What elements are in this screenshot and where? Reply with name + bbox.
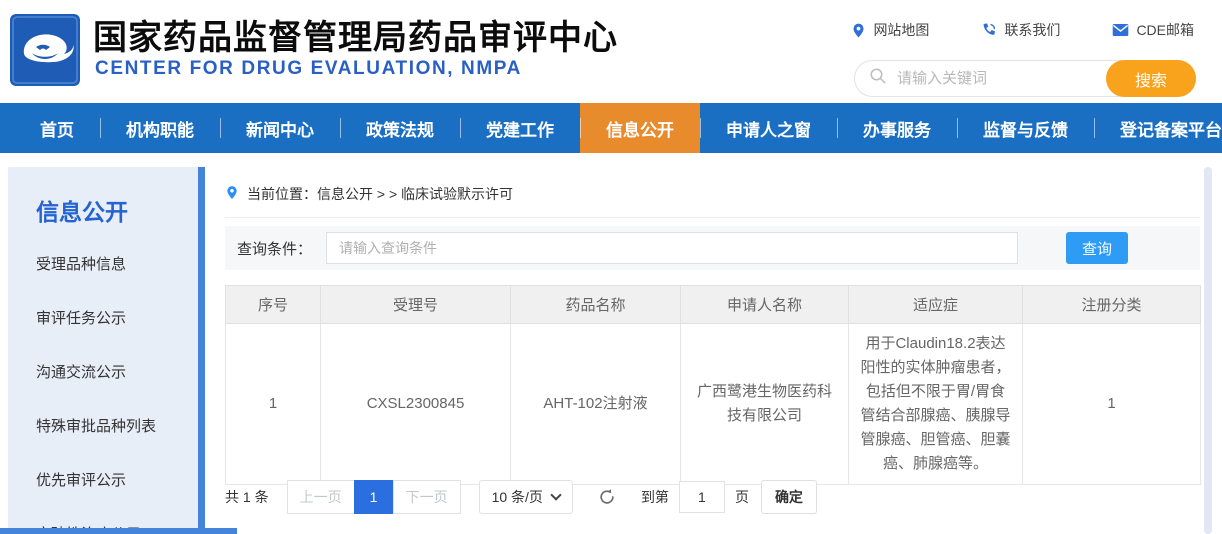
sidebar-divider [198,167,205,534]
cell-indication: 用于Claudin18.2表达阳性的实体肿瘤患者，包括但不限于胃/胃食管结合部腺… [849,324,1023,485]
nav-item-registration-platform[interactable]: 登记备案平台 [1094,103,1222,153]
nav-item-party[interactable]: 党建工作 [460,103,580,153]
query-input[interactable] [326,232,1018,264]
sidebar-item-special-approval[interactable]: 特殊审批品种列表 [36,415,198,436]
goto-page-input[interactable] [679,481,725,513]
confirm-button[interactable]: 确定 [761,480,817,514]
pagination: 共 1 条 上一页 1 下一页 10 条/页 到第 页 确定 [225,480,1200,514]
mailbox-label: CDE邮箱 [1136,20,1194,40]
col-header-drug-name: 药品名称 [511,286,681,324]
footer-strip [0,528,237,534]
nav-item-functions[interactable]: 机构职能 [100,103,220,153]
site-search: 搜索 [854,60,1196,97]
search-icon [869,67,887,90]
query-label: 查询条件： [237,238,312,259]
breadcrumb-text: 当前位置：信息公开 > > 临床试验默示许可 [247,184,513,204]
col-header-acceptance-no: 受理号 [321,286,511,324]
location-pin-icon [851,22,866,39]
page-size-select[interactable]: 10 条/页 [479,480,573,514]
nav-item-policy[interactable]: 政策法规 [340,103,460,153]
header: 国家药品监督管理局药品审评中心 CENTER FOR DRUG EVALUATI… [0,0,1222,103]
nav-item-supervision[interactable]: 监督与反馈 [957,103,1094,153]
contact-label: 联系我们 [1004,20,1060,40]
contact-link[interactable]: 联系我们 [981,20,1060,40]
quick-links: 网站地图 联系我们 CDE邮箱 [851,20,1194,40]
site-subtitle: CENTER FOR DRUG EVALUATION, NMPA [95,58,522,80]
col-header-applicant: 申请人名称 [681,286,849,324]
mailbox-link[interactable]: CDE邮箱 [1112,20,1194,40]
prev-page-button[interactable]: 上一页 [287,480,355,514]
mail-icon [1112,23,1129,37]
search-button[interactable]: 搜索 [1106,60,1196,97]
query-button[interactable]: 查询 [1066,232,1128,264]
chevron-down-icon [550,489,561,500]
page-number-button[interactable]: 1 [354,480,394,514]
cell-serial: 1 [226,324,321,485]
site-title: 国家药品监督管理局药品审评中心 [93,10,618,59]
sidebar-title: 信息公开 [36,193,198,227]
result-table: 序号 受理号 药品名称 申请人名称 适应症 注册分类 1 CXSL2300845… [225,285,1201,485]
sitemap-label: 网站地图 [873,20,929,40]
breadcrumb-pin-icon [225,184,239,204]
cell-registration-class: 1 [1023,324,1201,485]
nav-item-services[interactable]: 办事服务 [837,103,957,153]
phone-icon [981,22,997,38]
main-nav: 首页 机构职能 新闻中心 政策法规 党建工作 信息公开 申请人之窗 办事服务 监… [0,103,1222,153]
sidebar: 信息公开 受理品种信息 审评任务公示 沟通交流公示 特殊审批品种列表 优先审评公… [8,167,198,534]
goto-suffix-label: 页 [735,487,749,507]
nav-item-news[interactable]: 新闻中心 [220,103,340,153]
nav-item-applicant[interactable]: 申请人之窗 [700,103,837,153]
goto-prefix-label: 到第 [641,487,669,507]
cell-applicant: 广西鹭港生物医药科技有限公司 [681,324,849,485]
nav-item-info-disclosure[interactable]: 信息公开 [580,103,700,153]
sidebar-item-accepted-varieties[interactable]: 受理品种信息 [36,253,198,274]
sidebar-item-review-tasks[interactable]: 审评任务公示 [36,307,198,328]
refresh-icon[interactable] [597,487,617,507]
col-header-indication: 适应症 [849,286,1023,324]
sitemap-link[interactable]: 网站地图 [851,20,929,40]
query-bar: 查询条件： 查询 [225,226,1200,270]
cde-logo [10,14,80,86]
scrollbar[interactable] [1204,167,1212,534]
nav-item-home[interactable]: 首页 [14,103,100,153]
sidebar-item-communication[interactable]: 沟通交流公示 [36,361,198,382]
cell-drug-name: AHT-102注射液 [511,324,681,485]
col-header-registration-class: 注册分类 [1023,286,1201,324]
table-header-row: 序号 受理号 药品名称 申请人名称 适应症 注册分类 [226,286,1201,324]
cell-acceptance-no: CXSL2300845 [321,324,511,485]
page: 国家药品监督管理局药品审评中心 CENTER FOR DRUG EVALUATI… [0,0,1222,534]
next-page-button[interactable]: 下一页 [393,480,461,514]
search-input[interactable] [887,70,1106,87]
table-row: 1 CXSL2300845 AHT-102注射液 广西鹭港生物医药科技有限公司 … [226,324,1201,485]
total-count: 共 1 条 [225,487,269,507]
page-size-label: 10 条/页 [492,487,543,507]
sidebar-item-priority-review[interactable]: 优先审评公示 [36,469,198,490]
col-header-serial: 序号 [226,286,321,324]
breadcrumb: 当前位置：信息公开 > > 临床试验默示许可 [225,170,1200,218]
